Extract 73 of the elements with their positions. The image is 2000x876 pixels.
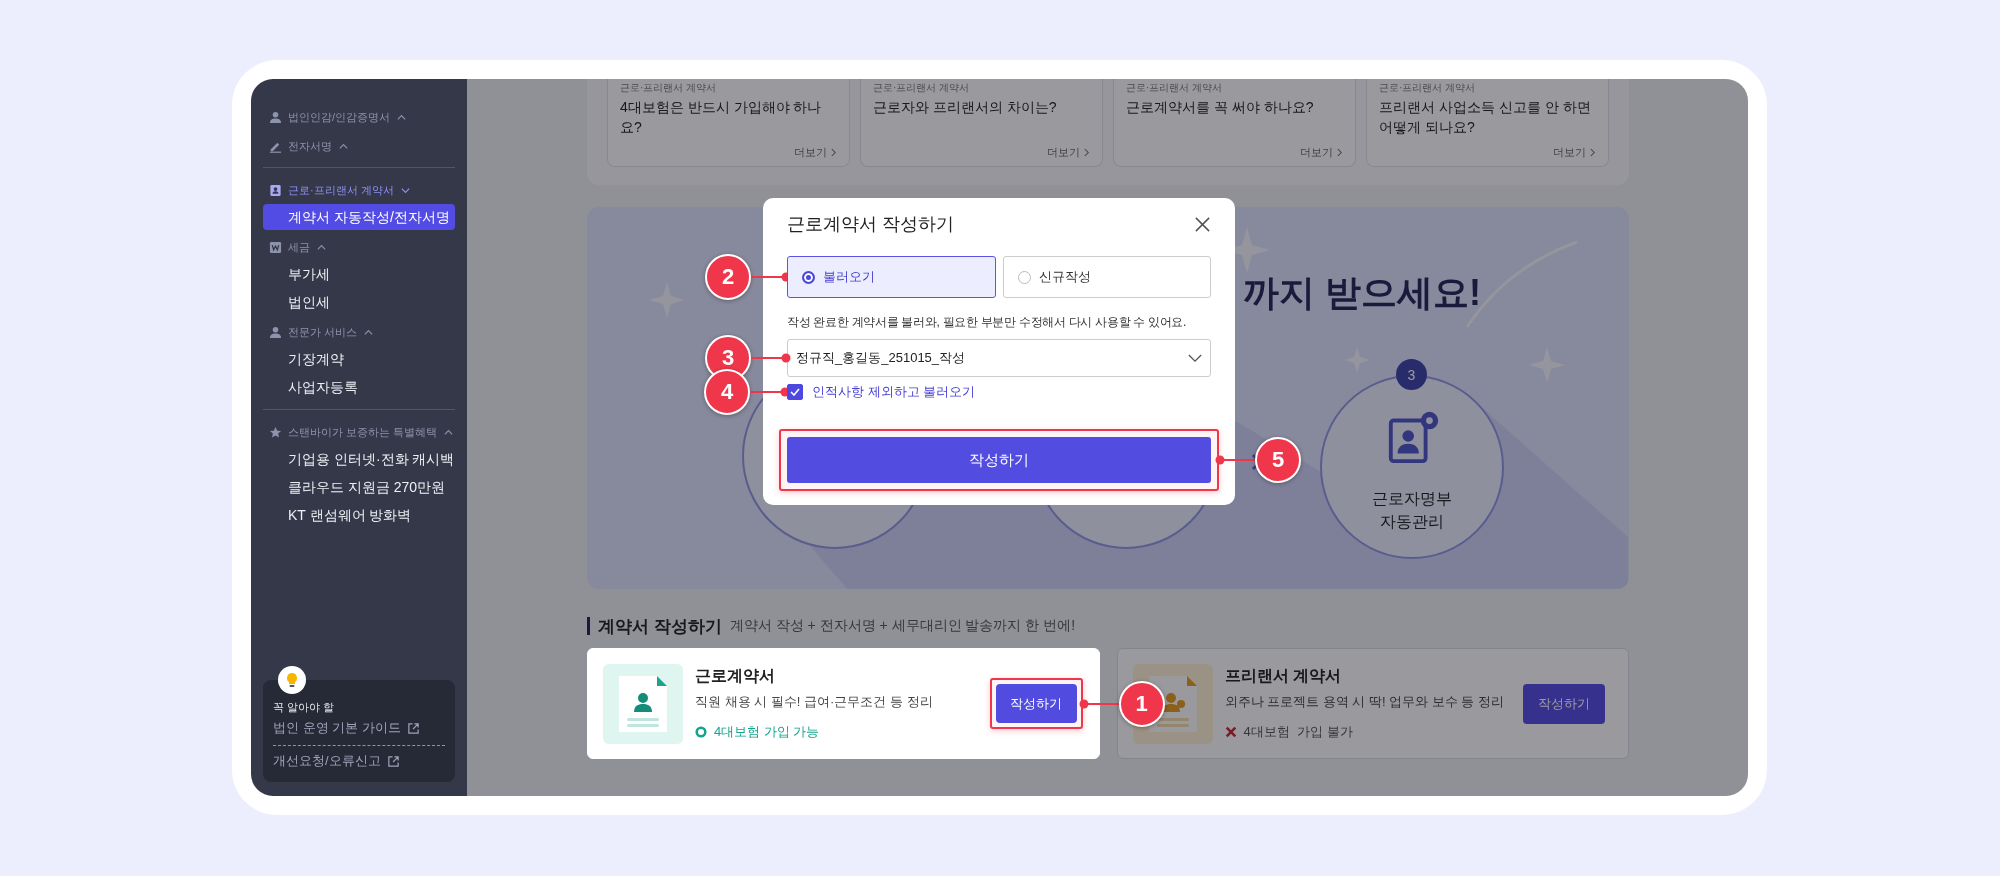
sidebar-item[interactable]: 기장계약 [263, 346, 455, 372]
sidebar-group-header[interactable]: 전문가 서비스 [263, 319, 455, 345]
section-title: 계약서 작성하기 [598, 615, 722, 638]
sidebar-group-header[interactable]: 스탠바이가 보증하는 특별혜택 [263, 419, 455, 445]
check-icon [790, 388, 800, 396]
contact-card-icon [269, 183, 282, 197]
person-icon [269, 325, 282, 339]
checkbox[interactable] [787, 384, 803, 400]
faq-category: 근로·프리랜서 계약서 [1379, 81, 1477, 95]
more-link[interactable]: 더보기 [1553, 145, 1596, 160]
cross-icon [1224, 726, 1237, 738]
step-number-badge: 3 [1396, 359, 1427, 390]
dialog-title: 근로계약서 작성하기 [787, 213, 954, 236]
sidebar-item[interactable]: 계약서 자동작성/전자서명 [263, 204, 455, 230]
more-link[interactable]: 더보기 [1300, 145, 1343, 160]
section-subtitle: 계약서 작성 + 전자서명 + 세무대리인 발송까지 한 번에! [729, 617, 1076, 635]
caret-icon [1188, 353, 1202, 363]
more-link[interactable]: 더보기 [794, 145, 837, 160]
faq-card[interactable]: 근로·프리랜서 계약서 4대보험은 반드시 가입해야 하나요? 더보기 [607, 79, 850, 167]
sidebar-item[interactable]: 클라우드 지원금 270만원 [263, 474, 455, 500]
radio-option[interactable]: 신규작성 [1002, 256, 1211, 298]
sidebar-group-header[interactable]: 근로·프리랜서 계약서 [263, 177, 455, 203]
sidebar-group-header[interactable]: 세금 [263, 234, 455, 260]
banner-headline: 까지 받으세요! [1243, 271, 1481, 315]
wave-box-icon [269, 240, 282, 254]
card-title: 프리랜서 계약서 [1224, 666, 1342, 686]
insurance-status: 4대보험 가입 불가 [1243, 723, 1353, 741]
faq-question: 4대보험은 반드시 가입해야 하나요? [620, 98, 823, 137]
submit-button[interactable]: 작성하기 [787, 437, 1211, 483]
faq-card[interactable]: 근로·프리랜서 계약서 근로계약서를 꼭 써야 하나요? 더보기 [1113, 79, 1356, 167]
guide-link[interactable]: 법인 운영 기본 가이드 [273, 719, 420, 737]
faq-category: 근로·프리랜서 계약서 [873, 81, 971, 95]
light-bulb-icon [278, 666, 306, 694]
write-button[interactable]: 작성하기 [995, 684, 1077, 723]
guide-caption: 꼭 알아야 할 [273, 700, 336, 715]
faq-question: 근로자와 프리랜서의 차이는? [873, 98, 1058, 117]
faq-card[interactable]: 근로·프리랜서 계약서 근로자와 프리랜서의 차이는? 더보기 [860, 79, 1103, 167]
card-description: 외주나 프로젝트 용역 시 딱! 업무와 보수 등 정리 [1224, 693, 1505, 711]
sidebar-group-header[interactable]: 전자서명 [263, 133, 455, 159]
faq-category: 근로·프리랜서 계약서 [1126, 81, 1224, 95]
faq-card[interactable]: 근로·프리랜서 계약서 프리랜서 사업소득 신고를 안 하면 어떻게 되나요? 더보기 [1366, 79, 1609, 167]
faq-question: 근로계약서를 꼭 써야 하나요? [1126, 98, 1315, 117]
leader-line [751, 353, 791, 363]
person-icon [269, 110, 282, 124]
radio-option[interactable]: 불러오기 [787, 256, 996, 298]
chevron-right-icon [1083, 148, 1090, 157]
more-link[interactable]: 더보기 [1047, 145, 1090, 160]
sidebar-group-header[interactable]: 법인인감/인감증명서 [263, 104, 455, 130]
sidebar-item[interactable]: 기업용 인터넷·전화 캐시백 [263, 446, 455, 472]
sidebar-item[interactable]: 법인세 [263, 289, 455, 315]
close-icon[interactable] [1194, 215, 1211, 233]
sidebar-item[interactable]: 부가세 [263, 261, 455, 287]
ring-icon [695, 726, 707, 738]
external-link-icon [386, 754, 400, 768]
write-button[interactable]: 작성하기 [1523, 683, 1605, 724]
guide-link[interactable]: 개선요청/오류신고 [273, 752, 400, 770]
card-title: 근로계약서 [695, 666, 776, 686]
faq-category: 근로·프리랜서 계약서 [620, 81, 718, 95]
card-description: 직원 채용 시 필수! 급여·근무조건 등 정리 [695, 693, 934, 711]
document-person-icon [603, 663, 683, 744]
chevron-right-icon [830, 148, 837, 157]
star-icon [269, 425, 282, 439]
sidebar-item[interactable]: KT 랜섬웨어 방화벽 [263, 502, 455, 528]
external-link-icon [406, 721, 420, 735]
dialog-description: 작성 완료한 계약서를 불러와, 필요한 부분만 수정해서 다시 사용할 수 있어요. [787, 314, 1187, 331]
faq-question: 프리랜서 사업소득 신고를 안 하면 어떻게 되나요? [1379, 98, 1592, 137]
chevron-right-icon [1336, 148, 1343, 157]
step-label: 근로자명부 자동관리 [1371, 489, 1453, 532]
chevron-right-icon [1589, 148, 1596, 157]
checkbox-label: 인적사항 제외하고 불러오기 [812, 383, 976, 401]
sidebar-item[interactable]: 사업자등록 [263, 374, 455, 400]
insurance-status: 4대보험 가입 가능 [714, 723, 820, 741]
contract-dropdown[interactable]: 정규직_홍길동_251015_작성 [787, 339, 1211, 377]
